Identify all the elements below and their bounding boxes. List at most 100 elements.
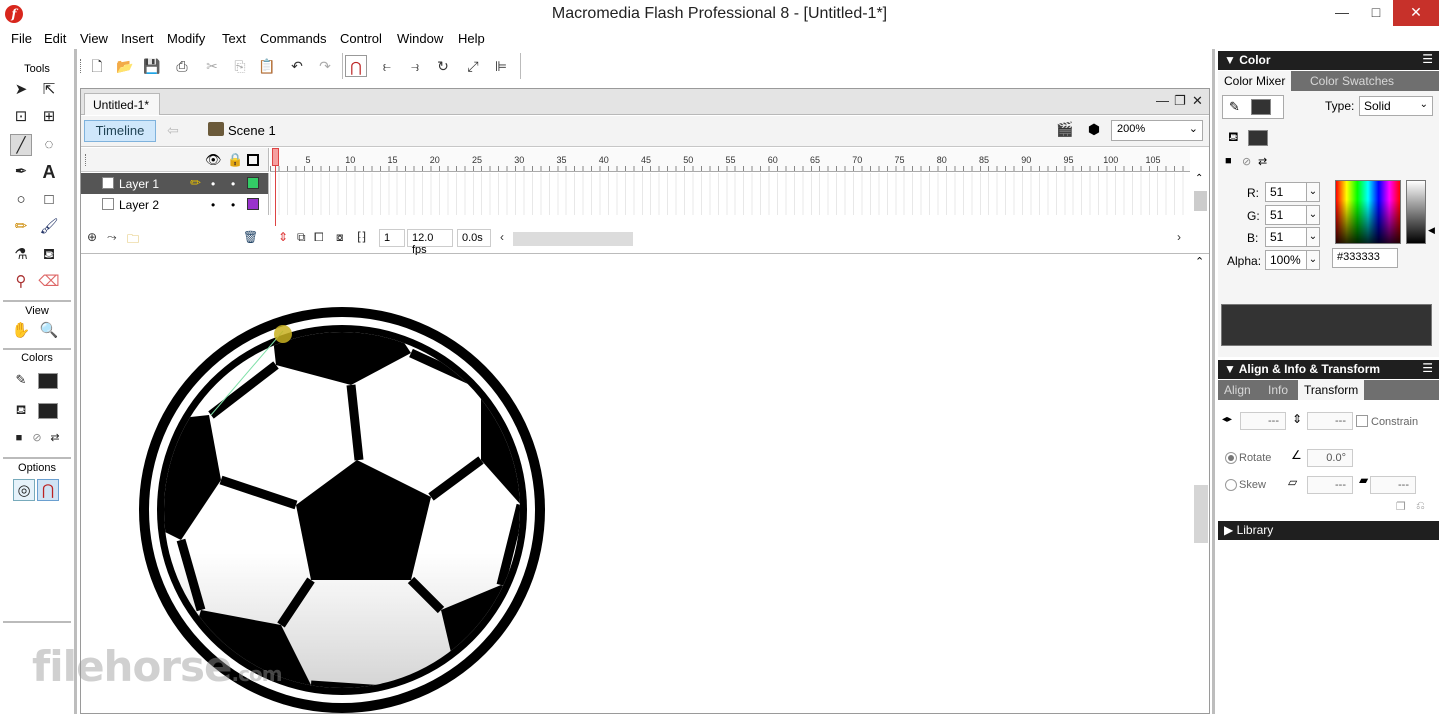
visibility-dot[interactable]: • [211,198,215,212]
lasso-tool-icon[interactable]: ◌ [38,134,60,156]
constrain-checkbox[interactable] [1356,415,1368,427]
menu-control[interactable]: Control [340,31,382,46]
r-dropdown[interactable]: ⌄ [1306,182,1320,202]
outline-icon[interactable] [247,154,259,166]
type-select[interactable]: Solid ⌄ [1359,96,1433,116]
tab-align[interactable]: Align [1218,380,1257,400]
new-file-icon[interactable]: 🗋 [86,55,108,77]
menu-file[interactable]: File [11,31,32,46]
layer-row-2[interactable]: Layer 2 • • [81,194,269,215]
timeline-h-scrollbar-thumb[interactable] [513,232,633,246]
color-panel-header[interactable]: ▼ Color ☰ [1218,51,1439,70]
snap-magnet-icon[interactable]: ⋂ [345,55,367,77]
oval-tool-icon[interactable]: ○ [10,189,32,211]
paint-bucket-tool-icon[interactable]: ⛾ [38,244,60,266]
library-panel-header[interactable]: ▶ Library [1218,521,1439,540]
straighten-icon[interactable]: ⥽ [404,55,426,77]
maximize-button[interactable]: □ [1359,0,1393,26]
skew-vertical-field[interactable]: --- [1370,476,1416,494]
tab-color-mixer[interactable]: Color Mixer [1218,71,1292,91]
layer-name[interactable]: Layer 2 [119,198,159,212]
zoom-tool-icon[interactable]: 🔍 [38,320,60,342]
onion-skin-icon[interactable]: ⧉ [297,230,306,245]
paste-icon[interactable]: 📋 [256,55,278,77]
doc-minimize-button[interactable]: — [1156,93,1169,108]
text-tool-icon[interactable]: A [38,161,60,183]
zoom-select[interactable]: 200% ⌄ [1111,120,1203,141]
eye-icon[interactable]: 👁 [205,152,222,168]
eraser-tool-icon[interactable]: ⌫ [38,271,60,293]
insert-layer-icon[interactable]: ⊕ [87,230,97,244]
menu-window[interactable]: Window [397,31,443,46]
edit-symbols-icon[interactable]: ⬢ [1082,121,1106,141]
insert-folder-icon[interactable]: 🗀 [127,230,139,251]
undo-icon[interactable]: ↶ [286,55,308,77]
rotate-skew-icon[interactable]: ↻ [432,55,454,77]
timeline-grip[interactable] [85,154,87,166]
scrollbar-thumb[interactable] [1194,485,1208,543]
layer-name[interactable]: Layer 1 [119,177,159,191]
selection-tool-icon[interactable]: ➤ [10,79,32,101]
redo-icon[interactable]: ↷ [314,55,336,77]
align-icon[interactable]: ⊫ [490,55,512,77]
close-button[interactable]: ✕ [1393,0,1439,26]
skew-horizontal-field[interactable]: --- [1307,476,1353,494]
eyedropper-tool-icon[interactable]: ⚲ [10,271,32,293]
panel-menu-icon[interactable]: ☰ [1422,52,1433,66]
open-file-icon[interactable]: 📂 [114,55,136,77]
back-arrow-icon[interactable]: ⇦ [167,122,179,139]
transform-panel-header[interactable]: ▼ Align & Info & Transform ☰ [1218,360,1439,379]
add-motion-guide-icon[interactable]: ⤳ [107,230,117,245]
visibility-dot[interactable]: • [211,177,215,191]
rotate-radio[interactable] [1225,452,1237,464]
menu-insert[interactable]: Insert [121,31,154,46]
line-tool-icon[interactable]: ╱ [10,134,32,156]
menu-edit[interactable]: Edit [44,31,66,46]
swap-colors-icon[interactable]: ⇄ [1258,155,1267,168]
copy-transform-icon[interactable]: ❐ [1396,500,1406,513]
brightness-pointer-icon[interactable]: ◀ [1428,225,1435,236]
hex-field[interactable]: #333333 [1332,248,1398,268]
subselection-tool-icon[interactable]: ⇱ [38,79,60,101]
skew-radio[interactable] [1225,479,1237,491]
tab-info[interactable]: Info [1262,380,1294,400]
scale-icon[interactable]: ⤢ [462,55,484,77]
tab-color-swatches[interactable]: Color Swatches [1304,71,1400,91]
center-frame-icon[interactable]: ⇕ [278,230,288,244]
chevron-up-icon[interactable]: ⌃ [1195,173,1203,184]
rectangle-tool-icon[interactable]: □ [38,189,60,211]
object-drawing-icon[interactable]: ◎ [13,479,35,501]
edit-multiple-frames-icon[interactable]: ⧇ [336,230,344,245]
layer-outline-color[interactable] [247,177,259,189]
ink-bottle-tool-icon[interactable]: ⚗ [10,244,32,266]
frame-grid[interactable] [270,173,1190,215]
brightness-slider[interactable] [1406,180,1426,244]
color-spectrum-picker[interactable] [1335,180,1401,244]
fill-swatch[interactable] [1248,130,1268,146]
g-dropdown[interactable]: ⌄ [1306,205,1320,225]
menu-modify[interactable]: Modify [167,31,205,46]
menu-help[interactable]: Help [458,31,485,46]
save-icon[interactable]: 💾 [141,55,163,77]
panel-menu-icon[interactable]: ☰ [1422,361,1433,375]
scroll-right-icon[interactable]: › [1177,230,1181,244]
frame-ruler[interactable]: 5 10 15 20 25 30 35 40 45 50 55 60 65 70 75 80 85 90 95 100… [270,148,1190,172]
stage-scrollbar[interactable]: ⌃ [1191,255,1209,713]
rotate-field[interactable]: 0.0° [1307,449,1353,467]
stroke-color-swatch[interactable] [38,373,58,389]
brush-tool-icon[interactable]: 🖌 [38,216,60,238]
playhead[interactable] [272,148,279,226]
layer-outline-color[interactable] [247,198,259,210]
alpha-dropdown[interactable]: ⌄ [1306,250,1320,270]
menu-view[interactable]: View [80,31,108,46]
scroll-left-icon[interactable]: ‹ [500,230,504,244]
layer-row-1[interactable]: Layer 1 ✏ • • [81,173,269,194]
r-field[interactable]: 51 [1265,182,1307,202]
scene-label[interactable]: Scene 1 [228,123,276,138]
trash-icon[interactable]: 🗑 [243,230,258,244]
doc-restore-button[interactable]: ❐ [1174,93,1186,109]
black-white-icon[interactable]: ■ [1225,155,1232,167]
document-tab[interactable]: Untitled-1* [84,93,160,115]
alpha-field[interactable]: 100% [1265,250,1307,270]
chevron-up-icon[interactable]: ⌃ [1195,255,1204,268]
